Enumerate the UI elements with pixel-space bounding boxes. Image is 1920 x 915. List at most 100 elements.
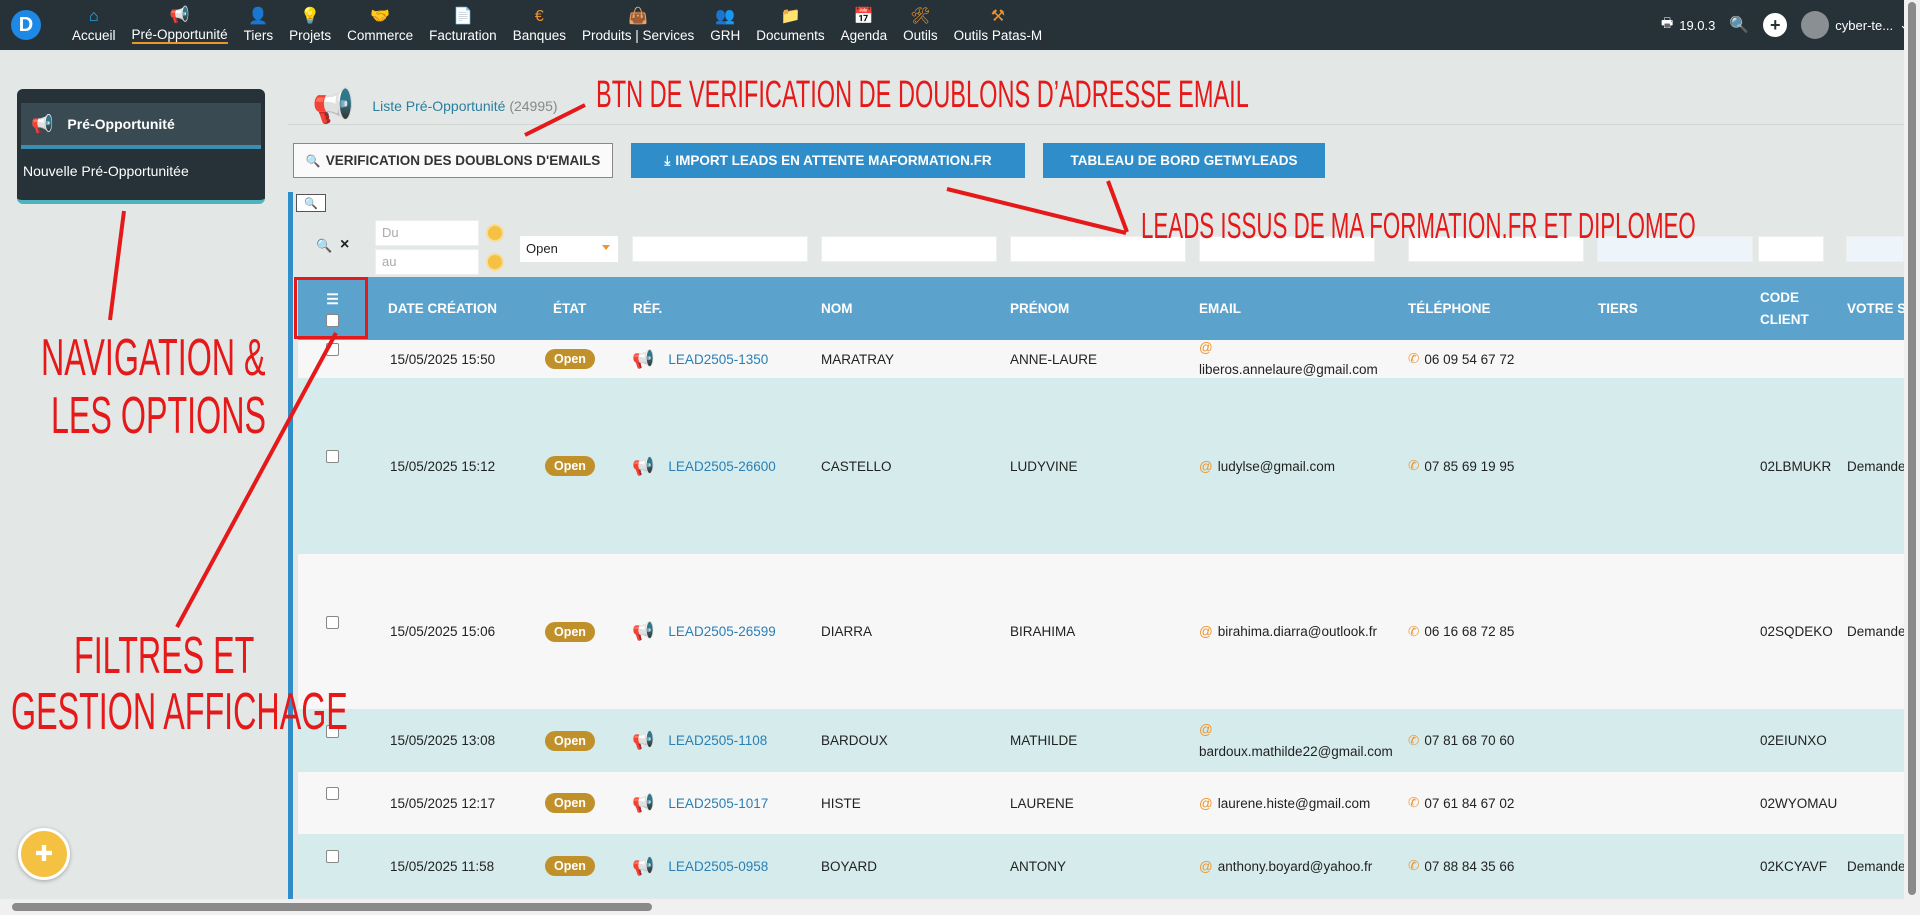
date-to-input[interactable]: au — [375, 249, 479, 275]
menu-item-2[interactable]: 👤 Tiers — [236, 0, 282, 50]
state-select[interactable]: Open — [520, 236, 618, 262]
phone-link[interactable]: 06 09 54 67 72 — [1424, 352, 1514, 367]
ref-link[interactable]: LEAD2505-26599 — [668, 624, 775, 639]
menu-item-12[interactable]: ⚒ Outils Patas-M — [946, 0, 1051, 50]
ref-link[interactable]: LEAD2505-1350 — [668, 352, 768, 367]
cell-tel[interactable]: ✆ 07 88 84 35 66 — [1408, 834, 1514, 898]
cell-tel[interactable]: ✆ 07 61 84 67 02 — [1408, 772, 1514, 834]
menu-item-3[interactable]: 💡 Projets — [281, 0, 339, 50]
filter-ref-input[interactable] — [632, 236, 808, 262]
phone-link[interactable]: 07 81 68 70 60 — [1424, 733, 1514, 748]
phone-link[interactable]: 07 85 69 19 95 — [1424, 459, 1514, 474]
folder-icon: 📁 — [780, 7, 801, 25]
sidebar-item-pre-opportunite[interactable]: 📢 Pré-Opportunité — [21, 103, 261, 149]
table-row[interactable]: 15/05/2025 15:12 Open 📢 LEAD2505-26600 CASTE… — [298, 378, 1908, 554]
col-nom[interactable]: NOM — [821, 277, 853, 340]
chat-button[interactable]: ✚ — [18, 828, 70, 880]
phone-link[interactable]: 07 61 84 67 02 — [1424, 796, 1514, 811]
cell-ref[interactable]: 📢 LEAD2505-1017 — [632, 772, 768, 834]
table-row[interactable]: 15/05/2025 11:58 Open 📢 LEAD2505-0958 BOYARD… — [298, 834, 1908, 898]
menu-item-7[interactable]: 👜 Produits | Services — [574, 0, 702, 50]
col-email[interactable]: EMAIL — [1199, 277, 1241, 340]
filter-code-input[interactable] — [1758, 236, 1824, 262]
menu-item-5[interactable]: 📄 Facturation — [421, 0, 505, 50]
cell-ref[interactable]: 📢 LEAD2505-0958 — [632, 834, 768, 898]
col-ref[interactable]: RÉF. — [633, 277, 662, 340]
table-row[interactable]: 15/05/2025 15:50 Open 📢 LEAD2505-1350 MARATR… — [298, 340, 1908, 378]
cell-ref[interactable]: 📢 LEAD2505-26600 — [632, 378, 776, 554]
annotation-nav-1: NAVIGATION & — [41, 329, 266, 387]
row-checkbox[interactable] — [326, 850, 339, 863]
menu-item-8[interactable]: 👥 GRH — [702, 0, 748, 50]
search-toggle-button[interactable]: 🔍 — [296, 194, 326, 212]
cell-tel[interactable]: ✆ 07 81 68 70 60 — [1408, 709, 1514, 772]
row-checkbox[interactable] — [326, 787, 339, 800]
calendar-icon[interactable] — [486, 224, 504, 242]
menu-item-1[interactable]: 📢 Pré-Opportunité — [124, 0, 236, 50]
close-icon[interactable]: × — [340, 236, 349, 254]
row-checkbox[interactable] — [326, 450, 339, 463]
email-link[interactable]: ludylse@gmail.com — [1218, 459, 1335, 474]
cell-email[interactable]: @ liberos.annelaure@gmail.com — [1199, 340, 1399, 378]
col-code-client[interactable]: CODE CLIENT — [1760, 277, 1809, 340]
table-row[interactable]: 15/05/2025 15:06 Open 📢 LEAD2505-26599 DIARR… — [298, 554, 1908, 709]
user-menu[interactable]: cyber-te... ⌄ — [1801, 11, 1910, 39]
cell-email[interactable]: @ birahima.diarra@outlook.fr — [1199, 554, 1377, 709]
col-tel[interactable]: TÉLÉPHONE — [1408, 277, 1491, 340]
verif-doublons-button[interactable]: 🔍 VERIFICATION DES DOUBLONS D'EMAILS — [293, 143, 613, 178]
print-version[interactable]: 🖶 19.0.3 — [1661, 14, 1715, 36]
app-logo[interactable]: D — [0, 0, 52, 50]
email-link[interactable]: liberos.annelaure@gmail.com — [1199, 362, 1378, 377]
phone-link[interactable]: 06 16 68 72 85 — [1424, 624, 1514, 639]
email-link[interactable]: birahima.diarra@outlook.fr — [1218, 624, 1377, 639]
cell-tel[interactable]: ✆ 06 16 68 72 85 — [1408, 554, 1514, 709]
row-checkbox[interactable] — [326, 615, 339, 629]
table-row[interactable]: 15/05/2025 12:17 Open 📢 LEAD2505-1017 HISTE L… — [298, 772, 1908, 834]
cell-email[interactable]: @ ludylse@gmail.com — [1199, 378, 1335, 554]
ref-link[interactable]: LEAD2505-1017 — [668, 796, 768, 811]
search-icon[interactable]: 🔍 — [1729, 15, 1749, 35]
cell-ref[interactable]: 📢 LEAD2505-1350 — [632, 340, 768, 378]
cell-email[interactable]: @ laurene.histe@gmail.com — [1199, 772, 1370, 834]
email-link[interactable]: anthony.boyard@yahoo.fr — [1218, 859, 1373, 874]
email-link[interactable]: bardoux.mathilde22@gmail.com — [1199, 744, 1393, 759]
col-tiers[interactable]: TIERS — [1598, 277, 1638, 340]
table-row[interactable]: 15/05/2025 13:08 Open 📢 LEAD2505-1108 BARDOU… — [298, 709, 1908, 772]
row-checkbox[interactable] — [326, 343, 339, 356]
quick-add-icon[interactable]: + — [1763, 13, 1788, 37]
cell-email[interactable]: @ bardoux.mathilde22@gmail.com — [1199, 709, 1399, 772]
cell-etat: Open — [545, 709, 595, 772]
filter-nom-input[interactable] — [821, 236, 997, 262]
menu-item-9[interactable]: 📁 Documents — [748, 0, 832, 50]
calendar-icon[interactable] — [486, 253, 504, 271]
import-leads-button[interactable]: ⤓ IMPORT LEADS EN ATTENTE MAFORMATION.FR — [631, 143, 1025, 178]
col-etat[interactable]: ÉTAT — [553, 277, 586, 340]
ref-link[interactable]: LEAD2505-0958 — [668, 859, 768, 874]
ref-link[interactable]: LEAD2505-26600 — [668, 459, 775, 474]
search-icon[interactable]: 🔍 — [316, 238, 332, 254]
ref-link[interactable]: LEAD2505-1108 — [668, 733, 767, 748]
cell-ref[interactable]: 📢 LEAD2505-1108 — [632, 709, 767, 772]
vertical-scrollbar[interactable] — [1908, 2, 1916, 895]
cell-tel[interactable]: ✆ 06 09 54 67 72 — [1408, 340, 1514, 378]
col-date[interactable]: DATE CRÉATION — [388, 277, 497, 340]
cell-prenom: MATHILDE — [1010, 733, 1078, 748]
menu-item-label: Banques — [512, 27, 566, 43]
cell-ref[interactable]: 📢 LEAD2505-26599 — [632, 554, 776, 709]
col-votre[interactable]: VOTRE S — [1847, 277, 1907, 340]
sidebar-item-new[interactable]: Nouvelle Pré-Opportunitée — [17, 149, 265, 179]
phone-link[interactable]: 07 88 84 35 66 — [1424, 859, 1514, 874]
menu-item-11[interactable]: 🛠 Outils — [895, 0, 946, 50]
col-prenom[interactable]: PRÉNOM — [1010, 277, 1069, 340]
cell-email[interactable]: @ anthony.boyard@yahoo.fr — [1199, 834, 1372, 898]
menu-item-0[interactable]: ⌂ Accueil — [64, 0, 124, 50]
email-link[interactable]: laurene.histe@gmail.com — [1218, 796, 1371, 811]
date-from-input[interactable]: Du — [375, 220, 479, 246]
filter-votre-input[interactable] — [1846, 236, 1904, 262]
horizontal-scrollbar[interactable] — [12, 903, 652, 911]
menu-item-10[interactable]: 📅 Agenda — [833, 0, 896, 50]
menu-item-6[interactable]: € Banques — [505, 0, 574, 50]
menu-item-4[interactable]: 🤝 Commerce — [339, 0, 421, 50]
dashboard-button[interactable]: TABLEAU DE BORD GETMYLEADS — [1043, 143, 1325, 178]
cell-tel[interactable]: ✆ 07 85 69 19 95 — [1408, 378, 1514, 554]
